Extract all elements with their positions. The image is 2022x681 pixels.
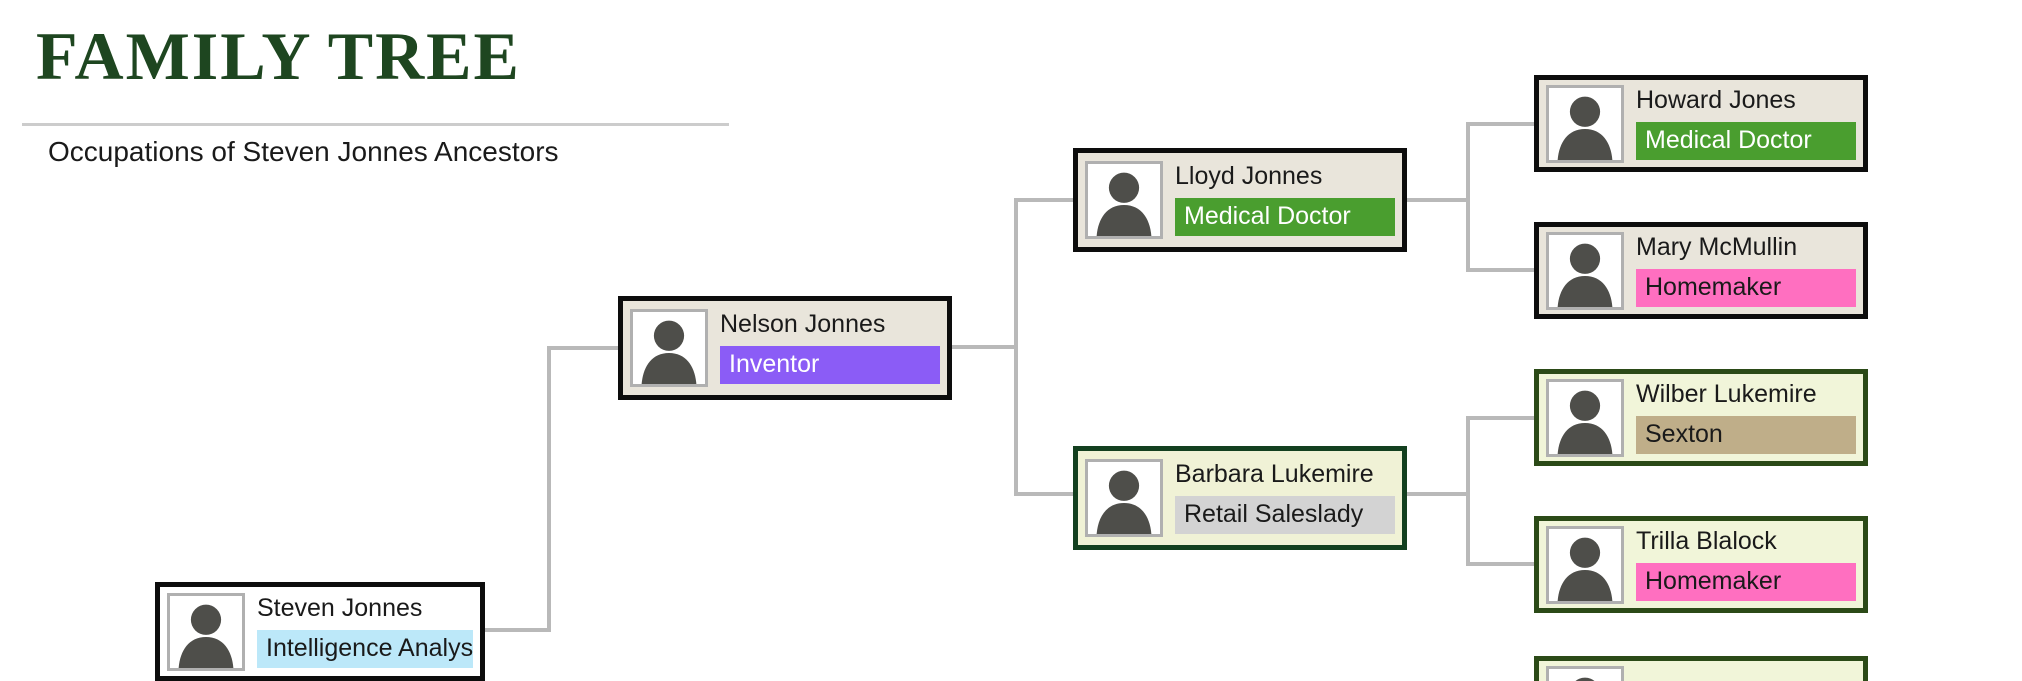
- connector-steven-to-nelson-h1: [485, 628, 551, 632]
- person-name: Trilla Blalock: [1636, 528, 1777, 554]
- person-card-wilber-lukemire[interactable]: Wilber Lukemire Sexton: [1534, 369, 1868, 466]
- person-avatar-icon: [1546, 665, 1624, 681]
- connector-barbara-split-v: [1466, 416, 1470, 564]
- connector-steven-to-nelson-v: [547, 346, 551, 632]
- connector-lloyd-to-howard-h: [1466, 122, 1538, 126]
- person-avatar-icon: [167, 592, 245, 671]
- connector-barbara-to-wilber-h: [1466, 416, 1538, 420]
- person-name: Wilber Lukemire: [1636, 381, 1817, 407]
- connector-barbara-to-trilla-h: [1466, 562, 1538, 566]
- person-occupation-badge: Homemaker: [1636, 562, 1856, 601]
- person-card-steven-jonnes[interactable]: Steven Jonnes Intelligence Analyst: [155, 582, 485, 681]
- person-card-body: Nelson Jonnes Inventor: [720, 309, 940, 387]
- person-name: Steven Jonnes: [257, 595, 423, 621]
- connector-steven-to-nelson-h2: [547, 346, 622, 350]
- title-divider: [22, 123, 729, 126]
- person-name: Lloyd Jonnes: [1175, 164, 1323, 189]
- person-card-barbara-lukemire[interactable]: Barbara Lukemire Retail Saleslady: [1073, 446, 1407, 550]
- person-card-body: Mary McMullin Homemaker: [1636, 232, 1856, 310]
- person-card-body: Barbara Lukemire Retail Saleslady: [1175, 459, 1395, 537]
- person-avatar-icon: [1546, 378, 1624, 457]
- person-occupation-badge: Intelligence Analyst: [257, 629, 473, 668]
- person-card-body: Lloyd Jonnes Medical Doctor: [1175, 161, 1395, 239]
- person-avatar-icon: [1546, 525, 1624, 604]
- person-name: Nelson Jonnes: [720, 312, 886, 337]
- person-name: Mary McMullin: [1636, 234, 1798, 260]
- family-tree-canvas: FAMILY TREE Occupations of Steven Jonnes…: [0, 0, 2022, 681]
- person-card-lloyd-jonnes[interactable]: Lloyd Jonnes Medical Doctor: [1073, 148, 1407, 252]
- person-card-howard-jones[interactable]: Howard Jones Medical Doctor: [1534, 75, 1868, 172]
- connector-nelson-to-lloyd-h: [1014, 198, 1077, 202]
- person-avatar-icon: [630, 309, 708, 387]
- person-card-bert-partial[interactable]: Bert B: [1534, 656, 1868, 681]
- person-name: Barbara Lukemire: [1175, 462, 1374, 487]
- connector-nelson-split-v: [1014, 198, 1018, 496]
- person-avatar-icon: [1085, 161, 1163, 239]
- person-card-body: Howard Jones Medical Doctor: [1636, 85, 1856, 163]
- connector-lloyd-to-mary-h: [1466, 268, 1538, 272]
- person-card-trilla-blalock[interactable]: Trilla Blalock Homemaker: [1534, 516, 1868, 613]
- header: FAMILY TREE Occupations of Steven Jonnes…: [0, 0, 760, 180]
- person-avatar-icon: [1085, 459, 1163, 537]
- person-avatar-icon: [1546, 84, 1624, 163]
- person-name: Howard Jones: [1636, 87, 1796, 113]
- person-card-body: Steven Jonnes Intelligence Analyst: [257, 593, 473, 671]
- page-subtitle: Occupations of Steven Jonnes Ancestors: [48, 136, 559, 167]
- person-occupation-badge: Homemaker: [1636, 268, 1856, 307]
- person-avatar-icon: [1546, 231, 1624, 310]
- person-card-mary-mcmullin[interactable]: Mary McMullin Homemaker: [1534, 222, 1868, 319]
- person-card-body: Bert B: [1636, 666, 1856, 681]
- person-occupation-badge: Medical Doctor: [1175, 198, 1395, 236]
- page-title: FAMILY TREE: [36, 18, 521, 94]
- connector-lloyd-split-v: [1466, 122, 1470, 270]
- connector-nelson-to-barbara-h: [1014, 492, 1077, 496]
- person-card-body: Trilla Blalock Homemaker: [1636, 526, 1856, 604]
- connector-lloyd-trunk-h: [1407, 198, 1470, 202]
- person-occupation-badge: Medical Doctor: [1636, 121, 1856, 160]
- person-occupation-badge: Sexton: [1636, 415, 1856, 454]
- person-card-body: Wilber Lukemire Sexton: [1636, 379, 1856, 457]
- connector-barbara-trunk-h: [1407, 492, 1470, 496]
- person-occupation-badge: Inventor: [720, 346, 940, 384]
- person-occupation-badge: Retail Saleslady: [1175, 496, 1395, 534]
- person-card-nelson-jonnes[interactable]: Nelson Jonnes Inventor: [618, 296, 952, 400]
- connector-nelson-trunk-h: [952, 345, 1018, 349]
